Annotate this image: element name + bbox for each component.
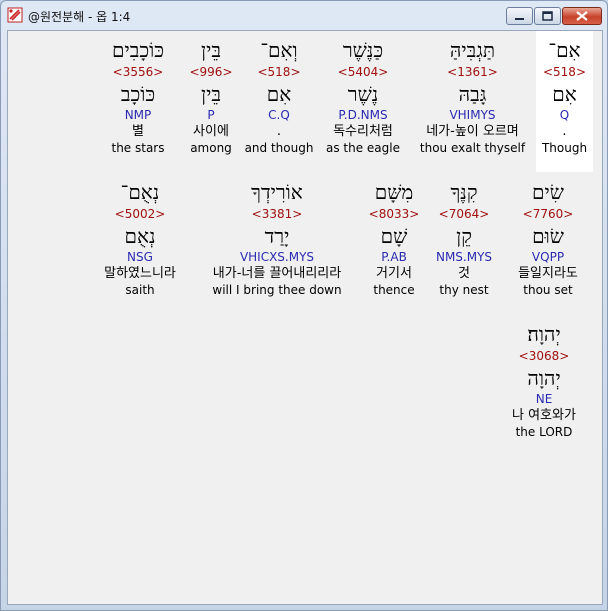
hebrew-lemma: גָּבַהּ bbox=[458, 82, 487, 106]
hebrew-lemma: כּוֹכָב bbox=[120, 82, 156, 106]
korean-gloss: . bbox=[276, 124, 282, 139]
strong-number[interactable]: <7760> bbox=[510, 206, 586, 222]
strong-number[interactable]: <3556> bbox=[100, 64, 176, 80]
app-window: @원전분해 - 옵 1:4 אִם־ <518> אִם Q . Though … bbox=[0, 0, 608, 611]
hebrew-lemma: אִם bbox=[552, 82, 577, 106]
hebrew-lemma: נֶשֶׁר bbox=[347, 82, 379, 106]
korean-gloss: 나 여호와가 bbox=[512, 408, 576, 423]
hebrew-lemma: אִם bbox=[266, 82, 292, 106]
strong-number[interactable]: <7064> bbox=[426, 206, 502, 222]
strong-number[interactable]: <3381> bbox=[196, 206, 358, 222]
morphology-code: VQPP bbox=[531, 250, 565, 264]
hebrew-word: אוֹרִידְךָ bbox=[251, 180, 303, 204]
interlinear-panel: אִם־ <518> אִם Q . Though תַּגְבִּיהַּ <… bbox=[7, 30, 603, 605]
maximize-button[interactable] bbox=[534, 7, 561, 25]
word-cell[interactable]: יְהוָה׃ <3068> יְהוָה NE 나 여호와가 the LORD bbox=[498, 315, 590, 440]
english-gloss: will I bring thee down bbox=[212, 283, 342, 297]
hebrew-lemma: בֵּין bbox=[201, 82, 221, 106]
hebrew-word: כַּנֶּשֶׁר bbox=[342, 38, 384, 62]
minimize-icon bbox=[515, 18, 524, 20]
strong-number[interactable]: <8033> bbox=[358, 206, 430, 222]
morphology-code: VHICXS.MYS bbox=[239, 250, 315, 264]
korean-gloss: 별 bbox=[132, 124, 144, 139]
morphology-code: NE bbox=[535, 392, 553, 406]
morphology-code: Q bbox=[559, 108, 570, 122]
hebrew-word: נְאֻם־ bbox=[120, 180, 160, 204]
morphology-code: NMP bbox=[124, 108, 152, 122]
hebrew-lemma: שׂוּם bbox=[532, 224, 564, 248]
english-gloss: thou exalt thyself bbox=[419, 141, 526, 155]
window-title: @원전분해 - 옵 1:4 bbox=[28, 10, 131, 24]
morphology-code: P.AB bbox=[381, 250, 407, 264]
maximize-icon bbox=[542, 11, 553, 21]
morphology-code: C.Q bbox=[268, 108, 290, 122]
english-gloss: saith bbox=[125, 283, 155, 297]
word-cell[interactable]: אוֹרִידְךָ <3381> יָרַד VHICXS.MYS 내가-너를… bbox=[196, 173, 358, 298]
close-icon bbox=[576, 11, 588, 21]
strong-number[interactable]: <518> bbox=[536, 64, 593, 80]
strong-number[interactable]: <518> bbox=[244, 64, 314, 80]
english-gloss: the LORD bbox=[515, 425, 573, 439]
morphology-code: NMS.MYS bbox=[435, 250, 493, 264]
korean-gloss: 것 bbox=[458, 266, 470, 281]
hebrew-lemma: קֵן bbox=[456, 224, 472, 248]
english-gloss: Though bbox=[541, 141, 588, 155]
strong-number[interactable]: <1361> bbox=[410, 64, 535, 80]
strong-number[interactable]: <3068> bbox=[498, 348, 590, 364]
english-gloss: thou set bbox=[523, 283, 573, 297]
hebrew-lemma: נְאֻם bbox=[124, 224, 156, 248]
hebrew-word: תַּגְבִּיהַּ bbox=[449, 38, 496, 62]
hebrew-lemma: יְהוָה bbox=[527, 366, 561, 390]
hebrew-word: שִׂים bbox=[532, 180, 564, 204]
word-cell[interactable]: בֵּין <996> בֵּין P 사이에 among bbox=[182, 31, 240, 156]
english-gloss: as the eagle bbox=[326, 141, 400, 155]
hebrew-word: בֵּין bbox=[201, 38, 221, 62]
english-gloss: thy nest bbox=[439, 283, 489, 297]
korean-gloss: 독수리처럼 bbox=[333, 124, 393, 139]
korean-gloss: 말하였느니라 bbox=[104, 266, 176, 281]
morphology-code: P bbox=[207, 108, 215, 122]
english-gloss: among bbox=[190, 141, 232, 155]
english-gloss: the stars bbox=[111, 141, 165, 155]
word-cell[interactable]: מִשָּׁם <8033> שָׁם P.AB 거기서 thence bbox=[358, 173, 430, 298]
app-icon bbox=[7, 7, 23, 23]
korean-gloss: 내가-너를 끌어내리리라 bbox=[212, 266, 342, 281]
korean-gloss: 네가-높이 오르며 bbox=[426, 124, 519, 139]
korean-gloss: 사이에 bbox=[193, 124, 229, 139]
minimize-button[interactable] bbox=[506, 7, 533, 25]
title-bar[interactable]: @원전분해 - 옵 1:4 bbox=[1, 1, 607, 29]
word-cell[interactable]: שִׂים <7760> שׂוּם VQPP 들일지라도 thou set bbox=[510, 173, 586, 298]
english-gloss: thence bbox=[373, 283, 415, 297]
hebrew-word: וְאִם־ bbox=[260, 38, 298, 62]
strong-number[interactable]: <5002> bbox=[94, 206, 186, 222]
hebrew-word: אִם־ bbox=[548, 38, 581, 62]
close-button[interactable] bbox=[562, 7, 602, 25]
word-cell[interactable]: נְאֻם־ <5002> נְאֻם NSG 말하였느니라 saith bbox=[94, 173, 186, 298]
morphology-code: P.D.NMS bbox=[338, 108, 388, 122]
hebrew-lemma: יָרַד bbox=[264, 224, 290, 248]
strong-number[interactable]: <996> bbox=[182, 64, 240, 80]
word-cell[interactable]: אִם־ <518> אִם Q . Though bbox=[536, 31, 593, 172]
strong-number[interactable]: <5404> bbox=[318, 64, 408, 80]
hebrew-word: יְהוָה׃ bbox=[527, 322, 561, 346]
word-cell[interactable]: קִנֶּךָ <7064> קֵן NMS.MYS 것 thy nest bbox=[426, 173, 502, 298]
korean-gloss: 들일지라도 bbox=[518, 266, 578, 281]
word-cell[interactable]: כּוֹכָבִים <3556> כּוֹכָב NMP 별 the star… bbox=[100, 31, 176, 156]
word-cell[interactable]: תַּגְבִּיהַּ <1361> גָּבַהּ VHIMYS 네가-높이… bbox=[410, 31, 535, 156]
hebrew-word: מִשָּׁם bbox=[374, 180, 414, 204]
hebrew-word: קִנֶּךָ bbox=[450, 180, 478, 204]
morphology-code: VHIMYS bbox=[449, 108, 496, 122]
korean-gloss: 거기서 bbox=[376, 266, 412, 281]
word-cell[interactable]: כַּנֶּשֶׁר <5404> נֶשֶׁר P.D.NMS 독수리처럼 a… bbox=[318, 31, 408, 156]
hebrew-word: כּוֹכָבִים bbox=[111, 38, 165, 62]
word-cell[interactable]: וְאִם־ <518> אִם C.Q . and though bbox=[244, 31, 314, 156]
korean-gloss: . bbox=[562, 124, 567, 139]
english-gloss: and though bbox=[244, 141, 314, 155]
hebrew-lemma: שָׁם bbox=[380, 224, 408, 248]
morphology-code: NSG bbox=[127, 250, 153, 264]
